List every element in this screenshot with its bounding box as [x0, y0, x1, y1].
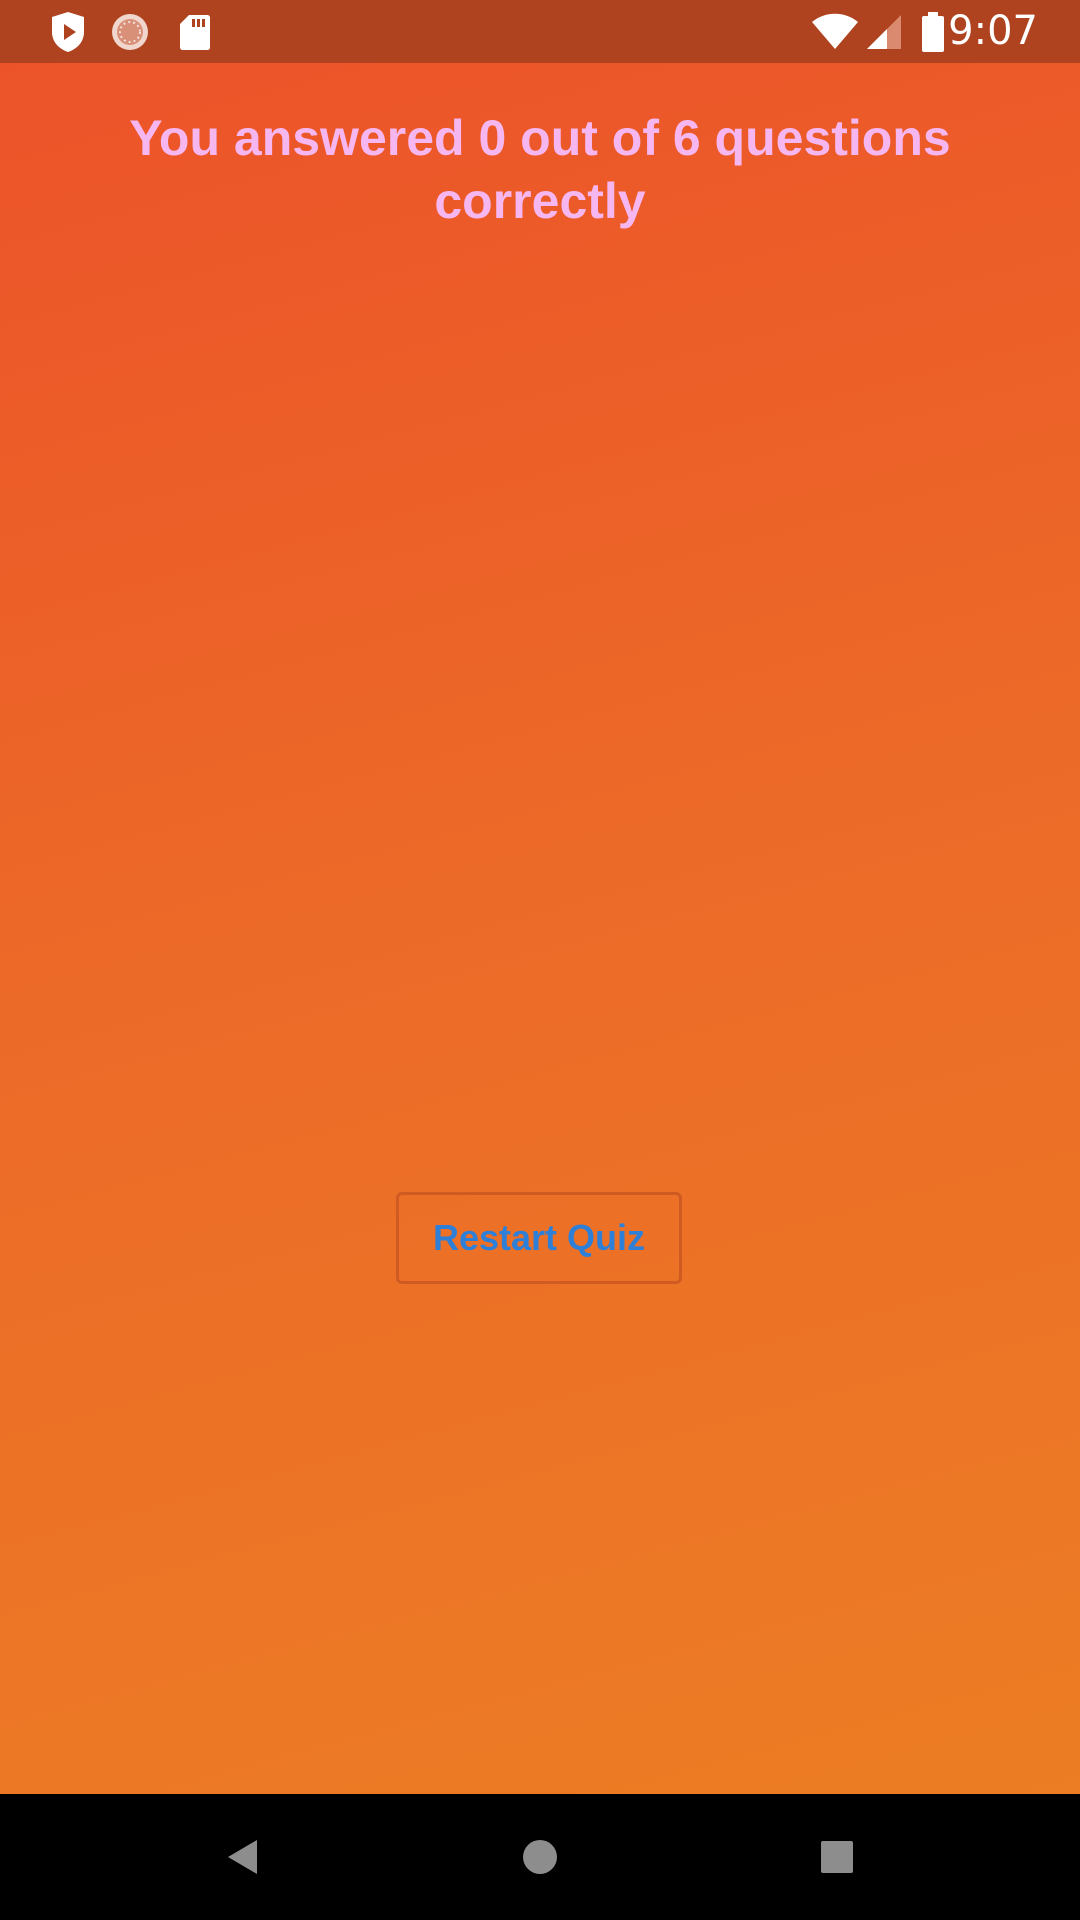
restart-quiz-button[interactable]: Restart Quiz — [396, 1192, 682, 1284]
battery-icon — [920, 0, 946, 63]
back-icon[interactable] — [182, 1794, 302, 1920]
status-bar: 9:07 — [0, 0, 1080, 63]
wifi-icon — [810, 0, 860, 63]
app-screen: 9:07 You answered 0 out of 6 questions c… — [0, 0, 1080, 1920]
score-message: You answered 0 out of 6 questions correc… — [129, 110, 951, 229]
loading-circle-icon — [110, 0, 150, 63]
navigation-bar — [0, 1794, 1080, 1920]
signal-icon — [864, 0, 904, 63]
recents-icon[interactable] — [777, 1794, 897, 1920]
status-clock: 9:07 — [948, 8, 1038, 54]
shield-play-icon — [48, 0, 88, 63]
sd-card-icon — [178, 0, 212, 63]
home-icon[interactable] — [480, 1794, 600, 1920]
quiz-result-view: You answered 0 out of 6 questions correc… — [0, 63, 1080, 1794]
